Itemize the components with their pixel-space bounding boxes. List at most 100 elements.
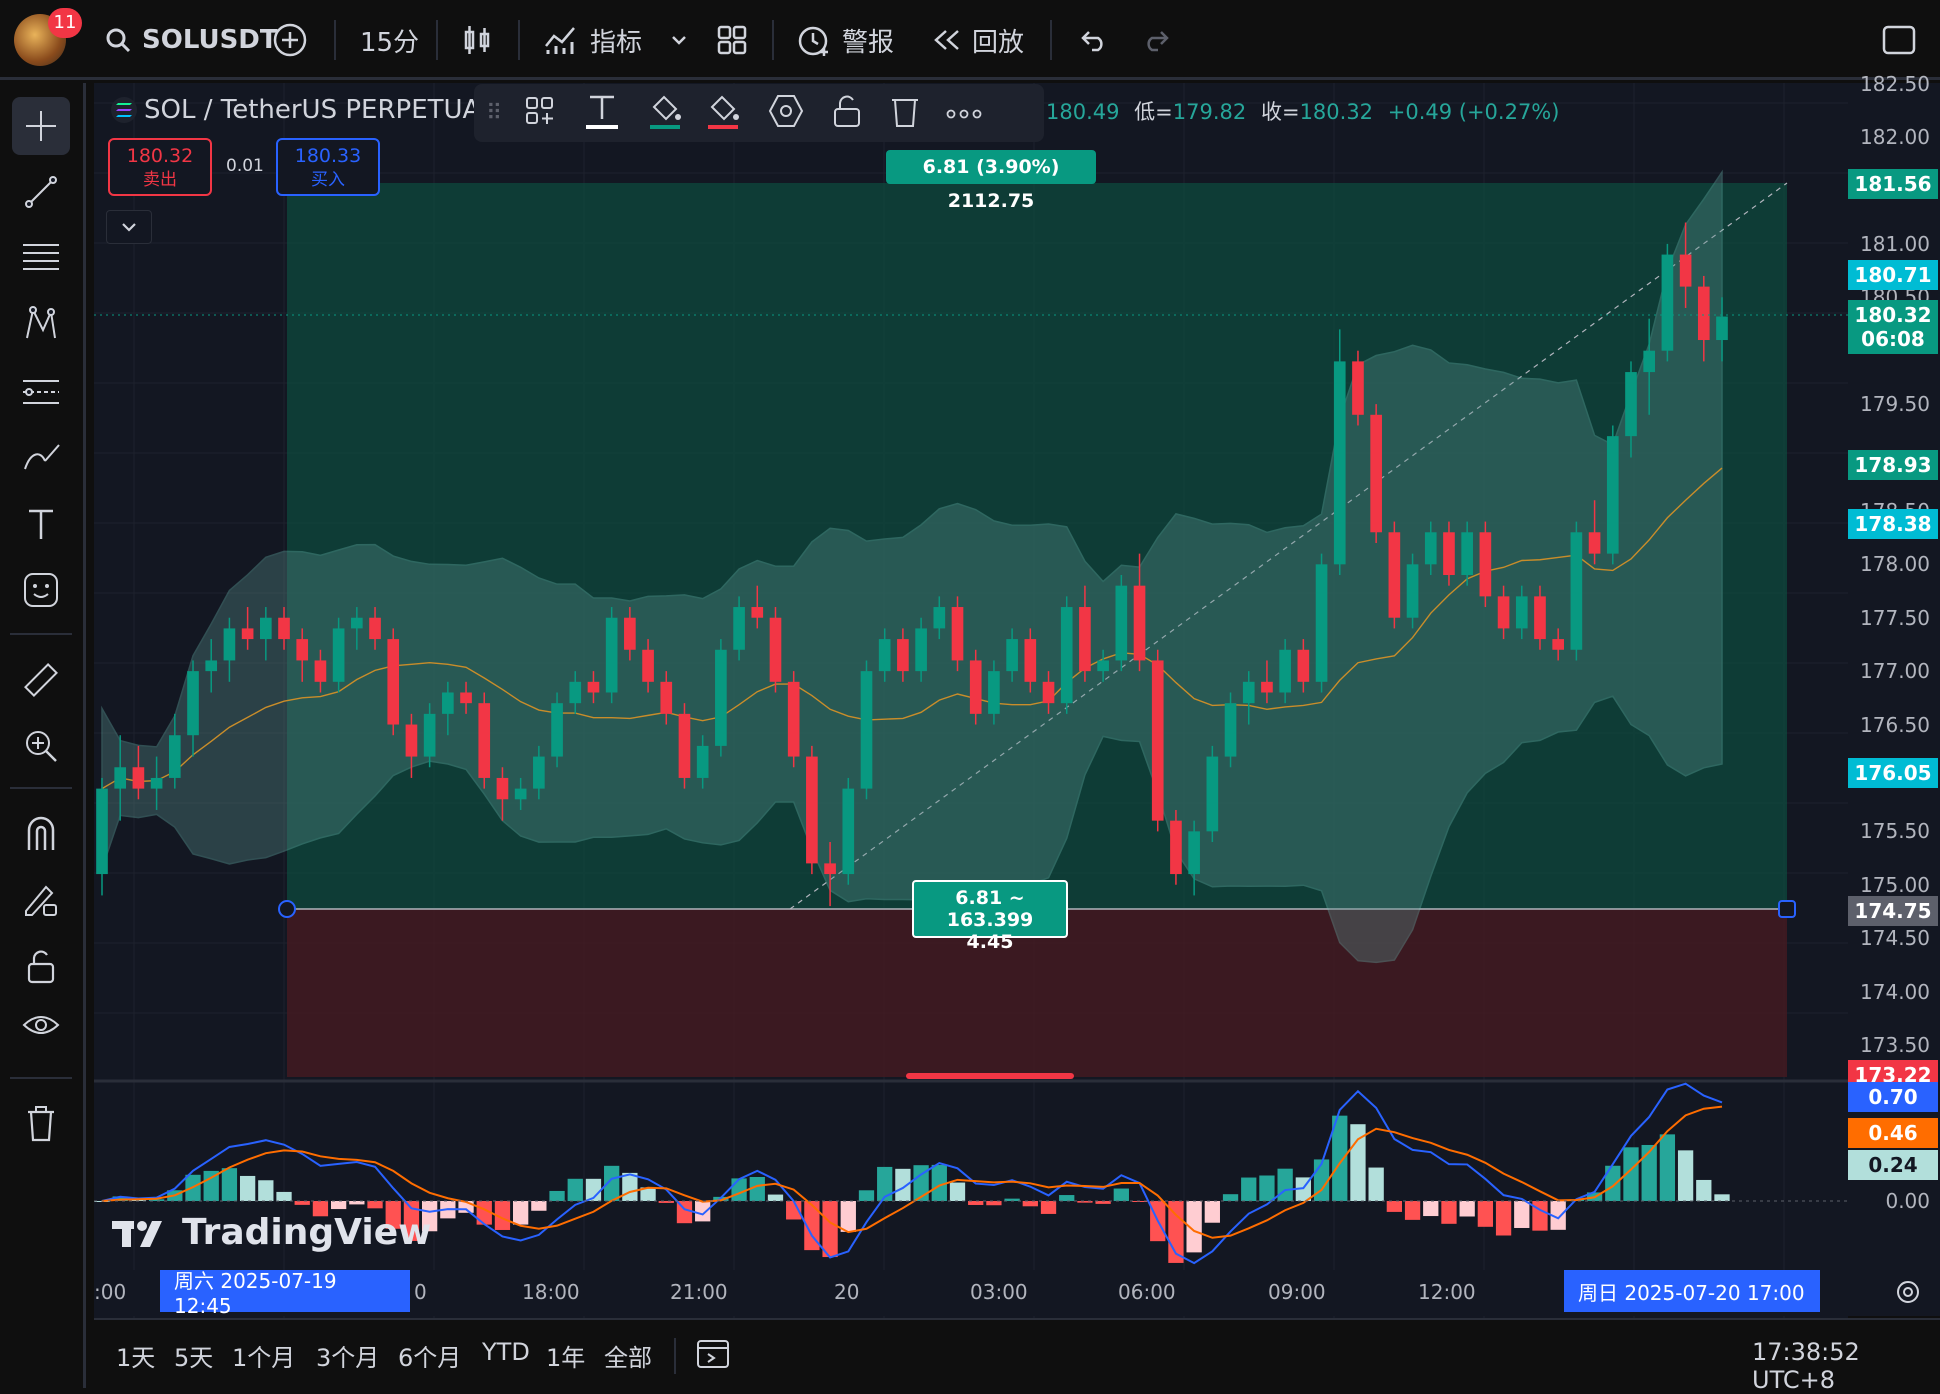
alert-button[interactable]: 警报 bbox=[796, 0, 894, 80]
candle-body bbox=[605, 617, 618, 693]
macd-histogram-bar bbox=[858, 1190, 875, 1201]
macd-histogram-bar bbox=[513, 1201, 529, 1225]
range-end-tag: 周日 2025-07-20 17:00 bbox=[1564, 1270, 1820, 1312]
interval-button[interactable]: 15分 bbox=[360, 0, 419, 80]
sell-price: 180.32 bbox=[126, 145, 194, 167]
crosshair-tool[interactable] bbox=[12, 97, 70, 155]
time-axis[interactable]: :00 周六 2025-07-19 12:45 0 18:00 21:00 20… bbox=[94, 1269, 1940, 1318]
macd-histogram-bar bbox=[1368, 1167, 1384, 1201]
candle-body bbox=[514, 788, 527, 800]
templates-icon bbox=[526, 97, 554, 124]
candle-body bbox=[1042, 681, 1055, 704]
gear-icon bbox=[1897, 1281, 1919, 1303]
undo-button[interactable] bbox=[1078, 0, 1108, 80]
candle-body bbox=[1643, 350, 1656, 373]
lock-drawings-tool[interactable] bbox=[12, 871, 70, 929]
time-label: 18:00 bbox=[522, 1280, 580, 1304]
settings-button[interactable] bbox=[768, 94, 804, 132]
more-button[interactable] bbox=[946, 104, 982, 123]
templates-button[interactable] bbox=[524, 95, 556, 131]
indicators-dropdown[interactable] bbox=[670, 0, 688, 80]
zoom-tool[interactable] bbox=[12, 717, 70, 775]
axis-settings-button[interactable] bbox=[1894, 1278, 1922, 1310]
macd-histogram-bar bbox=[986, 1201, 1002, 1206]
candle-body bbox=[988, 671, 1000, 714]
text-color-button[interactable] bbox=[584, 91, 620, 135]
delete-button[interactable] bbox=[890, 94, 920, 132]
candle-body bbox=[769, 617, 782, 682]
symbol-search[interactable]: SOLUSDT bbox=[104, 0, 278, 80]
position-handle-right[interactable] bbox=[1778, 900, 1796, 918]
candle-body bbox=[787, 681, 800, 757]
candle-body bbox=[1024, 639, 1037, 682]
redo-button[interactable] bbox=[1142, 0, 1172, 80]
legend-collapse-button[interactable] bbox=[106, 210, 152, 244]
indicators-button[interactable]: 指标 bbox=[544, 0, 642, 80]
chevron-down-icon bbox=[672, 36, 686, 45]
candle-body bbox=[915, 628, 927, 672]
chart-pane[interactable] bbox=[94, 83, 1848, 1327]
lock-button[interactable] bbox=[832, 94, 862, 132]
unlock-icon bbox=[834, 95, 861, 127]
chart-legend[interactable]: SOL / TetherUS PERPETUA bbox=[110, 90, 480, 130]
time-label: 06:00 bbox=[1118, 1280, 1176, 1304]
price-tag-value: 174.75 bbox=[1854, 899, 1932, 924]
buy-button[interactable]: 180.33 买入 bbox=[276, 138, 380, 196]
macd-tag: 0.24 bbox=[1848, 1150, 1938, 1180]
time-label: 12:00 bbox=[1418, 1280, 1476, 1304]
macd-histogram-bar bbox=[1113, 1188, 1129, 1201]
candle-body bbox=[168, 735, 181, 778]
range-1y[interactable]: 1年 bbox=[546, 1338, 585, 1373]
range-1m[interactable]: 1个月 bbox=[232, 1338, 295, 1373]
target-label[interactable]: 6.81 (3.90%) 2112.75 bbox=[886, 150, 1096, 212]
candle-body bbox=[733, 607, 745, 650]
emoji-tool[interactable] bbox=[12, 561, 70, 619]
candle-body bbox=[1606, 436, 1619, 554]
candle-body bbox=[1388, 532, 1401, 618]
line-color-button[interactable] bbox=[648, 91, 682, 135]
range-all[interactable]: 全部 bbox=[604, 1338, 652, 1373]
range-3m[interactable]: 3个月 bbox=[316, 1338, 379, 1373]
low-value: 179.82 bbox=[1172, 100, 1247, 124]
drag-handle-icon[interactable]: ⠿ bbox=[486, 101, 502, 126]
entry-label[interactable]: 6.81 ~ 163.399 4.45 bbox=[912, 880, 1068, 953]
fill-color-button[interactable] bbox=[706, 91, 740, 135]
forecast-tool[interactable] bbox=[12, 363, 70, 421]
range-ytd[interactable]: YTD bbox=[482, 1338, 530, 1366]
price-chart[interactable] bbox=[94, 83, 1848, 1327]
pattern-tool[interactable] bbox=[12, 295, 70, 353]
close-value: 180.32 bbox=[1299, 100, 1374, 124]
brush-tool[interactable] bbox=[12, 429, 70, 487]
trend-line-tool[interactable] bbox=[12, 163, 70, 221]
delete-drawings-tool[interactable] bbox=[12, 1095, 70, 1153]
candle-body bbox=[1716, 316, 1728, 341]
candle-body bbox=[296, 639, 309, 661]
candle-body bbox=[1352, 361, 1364, 415]
magnet-tool[interactable] bbox=[12, 805, 70, 863]
chart-type-button[interactable] bbox=[462, 0, 492, 80]
compare-symbol-button[interactable] bbox=[272, 0, 308, 80]
stop-handle[interactable] bbox=[906, 1073, 1074, 1079]
layout-button[interactable] bbox=[716, 0, 748, 80]
candle-body bbox=[1133, 585, 1146, 661]
position-handle-left[interactable] bbox=[278, 900, 296, 918]
fullscreen-button[interactable] bbox=[1882, 0, 1916, 80]
clock[interactable]: 17:38:52 UTC+8 bbox=[1752, 1338, 1940, 1394]
replay-button[interactable]: 回放 bbox=[932, 0, 1024, 80]
tradingview-logo-icon bbox=[112, 1220, 162, 1247]
text-tool[interactable] bbox=[12, 495, 70, 553]
goto-date-button[interactable] bbox=[696, 1336, 730, 1374]
range-5d[interactable]: 5天 bbox=[174, 1338, 213, 1373]
candle-body bbox=[1224, 703, 1237, 757]
macd-histogram-bar bbox=[1241, 1177, 1257, 1201]
fib-tool[interactable] bbox=[12, 229, 70, 287]
range-1d[interactable]: 1天 bbox=[116, 1338, 155, 1373]
candle-body bbox=[1588, 532, 1601, 554]
sell-button[interactable]: 180.32 卖出 bbox=[108, 138, 212, 196]
measure-tool[interactable] bbox=[12, 651, 70, 709]
tradingview-watermark: TradingView bbox=[112, 1212, 431, 1253]
candle-body bbox=[1443, 532, 1455, 575]
lock-all-tool[interactable] bbox=[12, 937, 70, 995]
hide-drawings-tool[interactable] bbox=[12, 999, 70, 1057]
range-6m[interactable]: 6个月 bbox=[398, 1338, 461, 1373]
